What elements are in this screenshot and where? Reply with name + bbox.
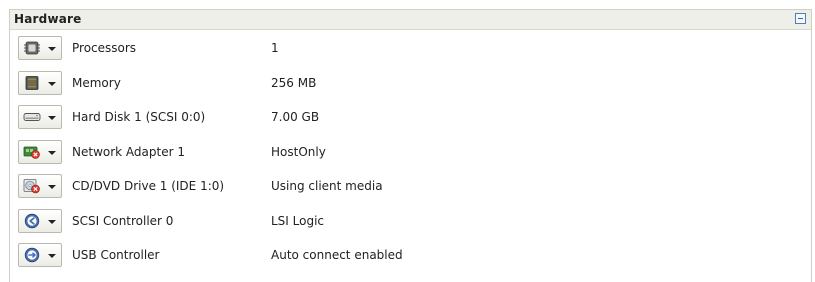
panel-title: Hardware bbox=[14, 12, 82, 26]
device-value: Auto connect enabled bbox=[271, 248, 403, 262]
chevron-down-icon bbox=[48, 254, 56, 258]
network-adapter-disconnected-icon bbox=[23, 144, 41, 160]
device-row-usb-controller: USB Controller Auto connect enabled bbox=[10, 238, 811, 273]
device-name: USB Controller bbox=[72, 248, 160, 262]
chevron-down-icon bbox=[48, 81, 56, 86]
device-name: Processors bbox=[72, 41, 137, 55]
scsi-controller-icon bbox=[23, 213, 41, 229]
device-menu-button-hard-disk[interactable] bbox=[18, 105, 62, 129]
device-name: Hard Disk 1 (SCSI 0:0) bbox=[72, 110, 206, 124]
device-name: CD/DVD Drive 1 (IDE 1:0) bbox=[72, 179, 225, 193]
device-row-cd-dvd-drive: CD/DVD Drive 1 (IDE 1:0) Using client me… bbox=[10, 169, 811, 204]
device-menu-button-network-adapter[interactable] bbox=[18, 139, 62, 164]
device-menu-button-scsi-controller[interactable] bbox=[18, 208, 62, 233]
device-row-scsi-controller: SCSI Controller 0 LSI Logic bbox=[10, 204, 811, 239]
device-menu-button-usb-controller[interactable] bbox=[18, 243, 62, 267]
chevron-down-icon bbox=[48, 219, 56, 224]
device-name: Network Adapter 1 bbox=[72, 144, 185, 159]
device-row-hard-disk: Hard Disk 1 (SCSI 0:0) 7.00 GB bbox=[10, 100, 811, 135]
device-row-network-adapter: Network Adapter 1 HostOnly bbox=[10, 135, 811, 170]
device-name: SCSI Controller 0 bbox=[72, 213, 174, 228]
device-row-processors: Processors 1 bbox=[10, 31, 811, 66]
device-menu-button-cd-dvd-drive[interactable] bbox=[18, 174, 62, 198]
chevron-down-icon bbox=[48, 47, 56, 51]
device-name: Memory bbox=[72, 75, 121, 90]
device-value: Using client media bbox=[271, 179, 383, 193]
device-list: Processors 1 Memory 256 MB Hard Disk 1 (… bbox=[10, 31, 811, 273]
usb-controller-icon bbox=[23, 247, 41, 263]
device-menu-button-processors[interactable] bbox=[18, 36, 62, 60]
device-value: LSI Logic bbox=[271, 213, 325, 228]
chevron-down-icon bbox=[48, 150, 56, 155]
memory-module-icon bbox=[23, 75, 41, 91]
hardware-panel: Hardware Processors 1 Memory 256 MB Hard… bbox=[9, 9, 812, 282]
cd-dvd-drive-disconnected-icon bbox=[23, 178, 41, 194]
chevron-down-icon bbox=[48, 116, 56, 120]
device-value: 256 MB bbox=[271, 75, 317, 90]
device-row-memory: Memory 256 MB bbox=[10, 66, 811, 101]
processor-chip-icon bbox=[23, 40, 41, 56]
device-value: HostOnly bbox=[271, 144, 326, 159]
hard-disk-icon bbox=[23, 109, 41, 125]
collapse-button[interactable] bbox=[795, 13, 806, 24]
device-value: 7.00 GB bbox=[271, 110, 320, 124]
device-menu-button-memory[interactable] bbox=[18, 70, 62, 95]
panel-header: Hardware bbox=[10, 10, 811, 30]
chevron-down-icon bbox=[48, 185, 56, 189]
device-value: 1 bbox=[271, 41, 279, 55]
